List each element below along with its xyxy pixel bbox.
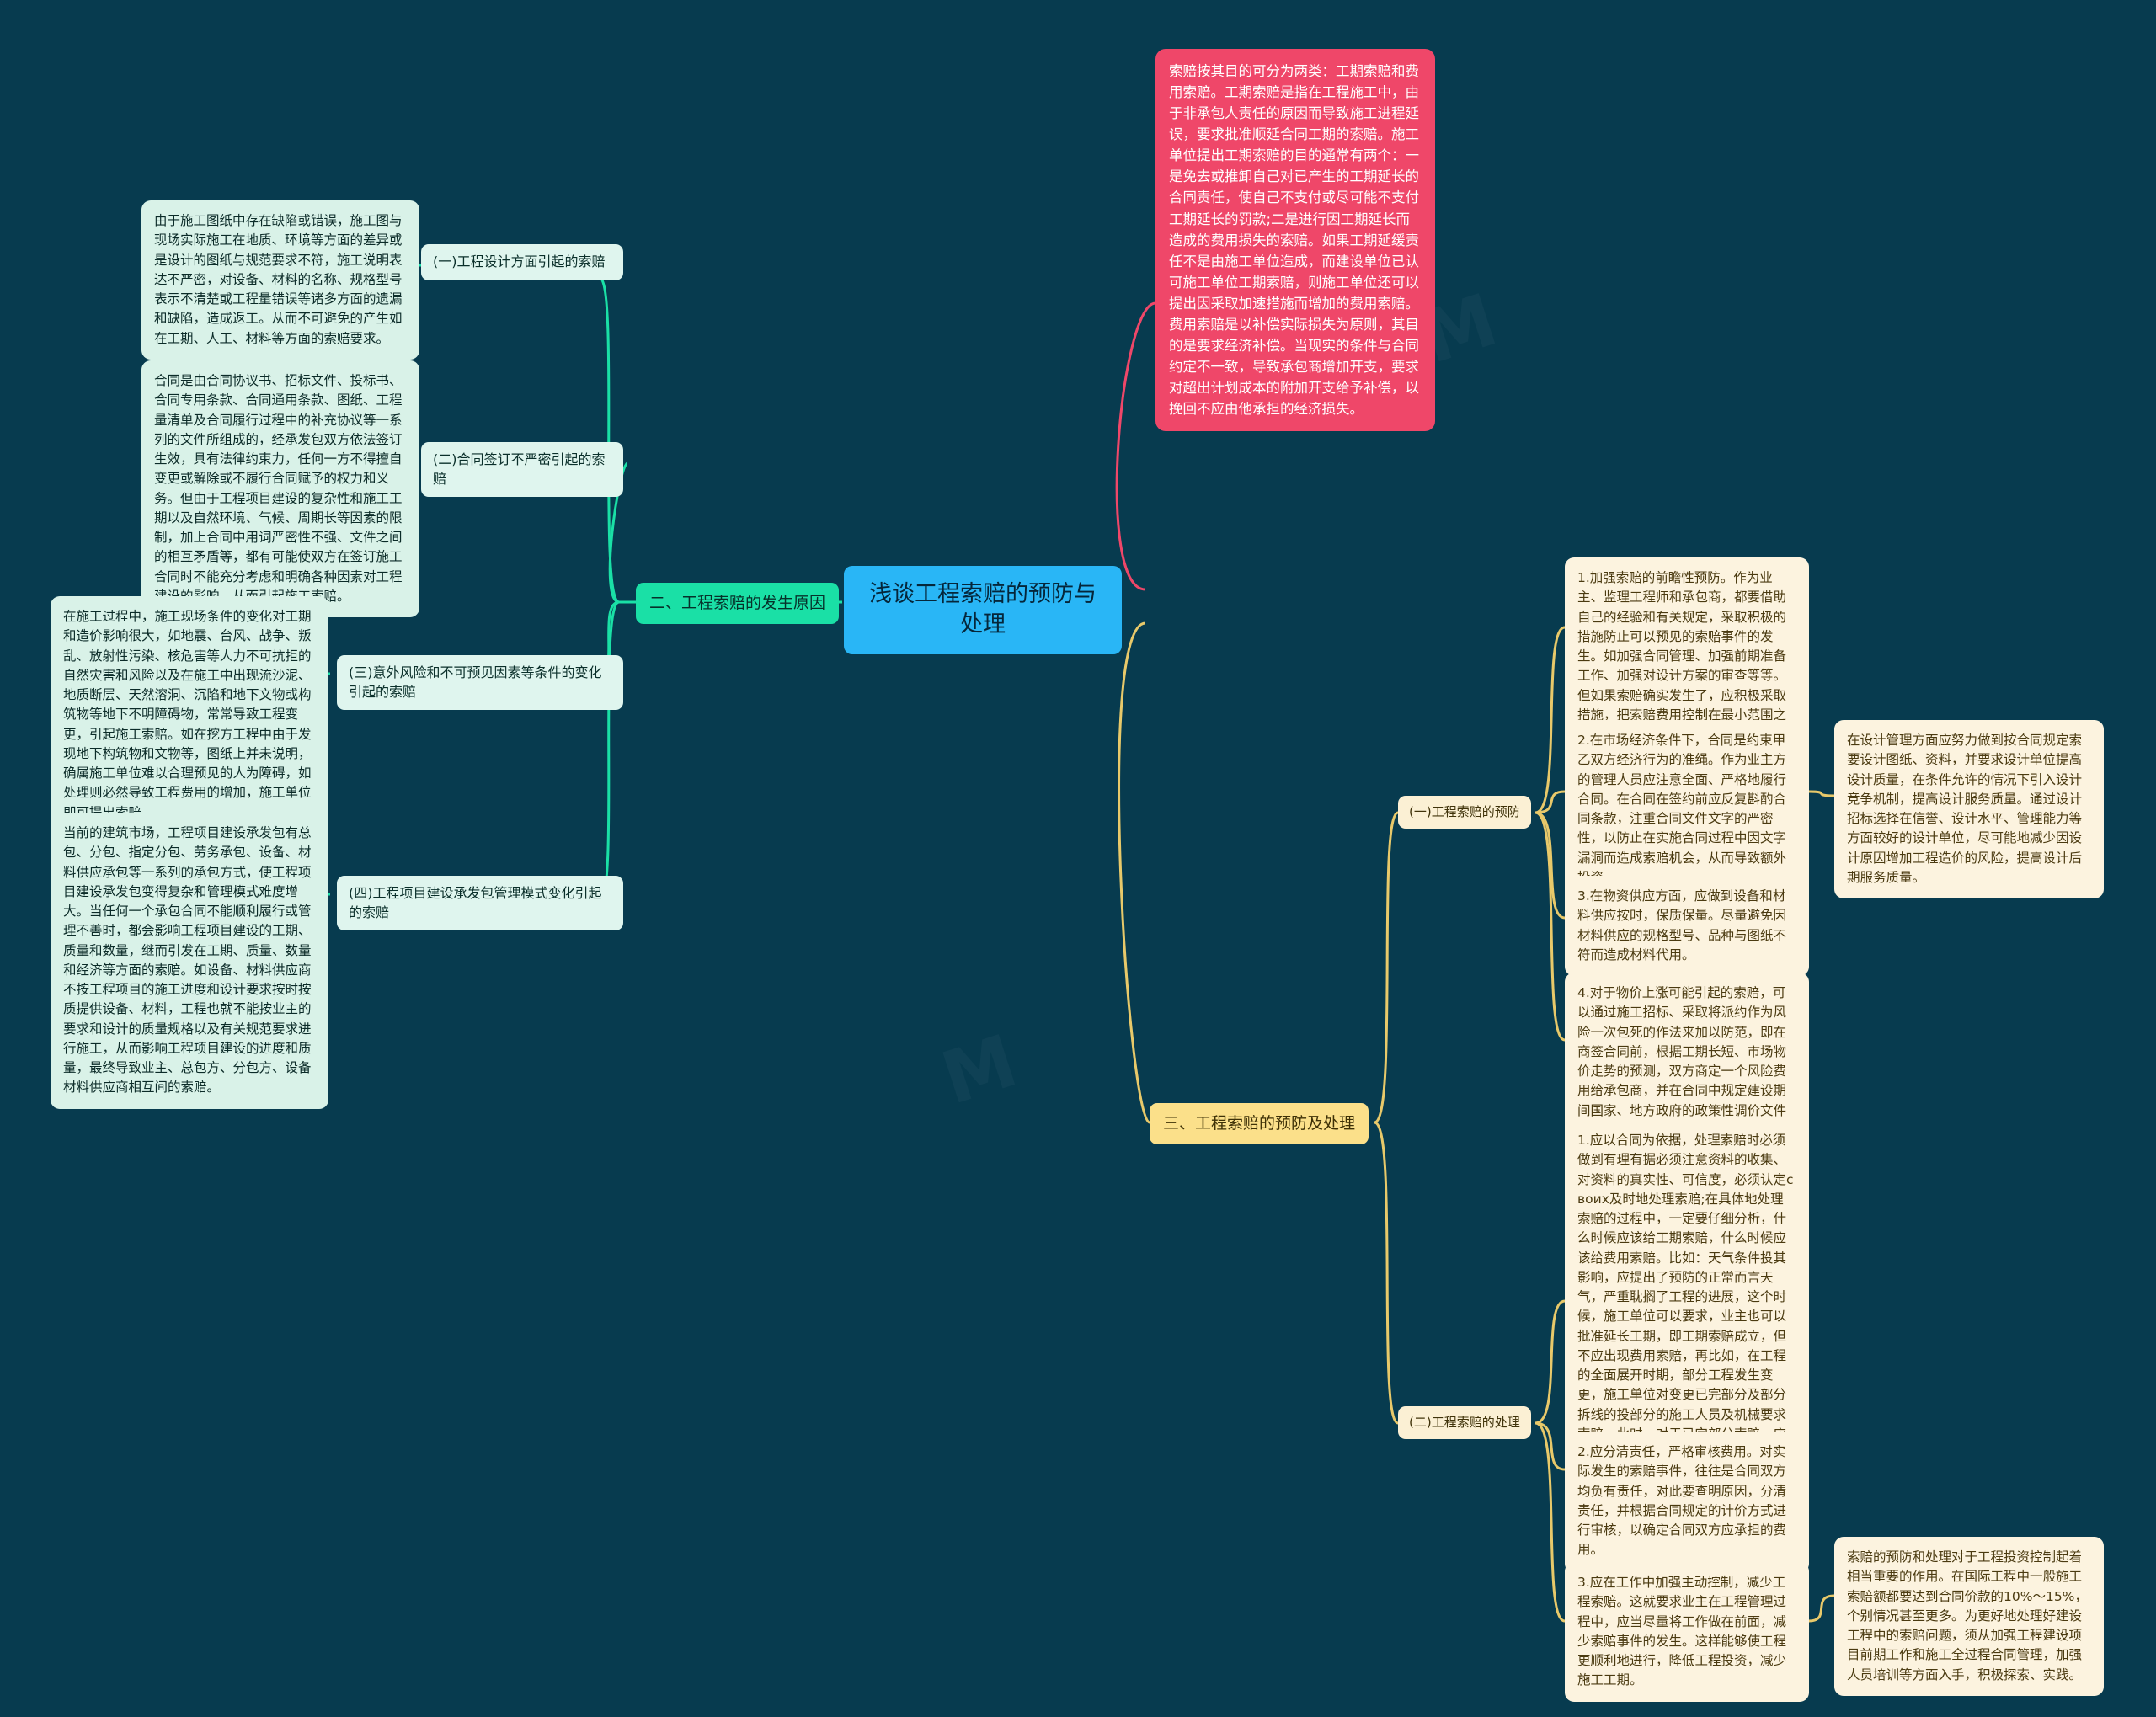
sub-green-1[interactable]: (一)工程设计方面引起的索赔 bbox=[421, 244, 623, 280]
root-node[interactable]: 浅谈工程索赔的预防与处理 bbox=[844, 566, 1122, 654]
leaf-green-3[interactable]: 在施工过程中，施工现场条件的变化对工期和造价影响很大，如地震、台风、战争、叛乱、… bbox=[51, 596, 328, 834]
sub-green-2[interactable]: (二)合同签订不严密引起的索赔 bbox=[421, 442, 623, 498]
sub-amber-handling[interactable]: (二)工程索赔的处理 bbox=[1398, 1406, 1531, 1440]
branch-amber-label[interactable]: 三、工程索赔的预防及处理 bbox=[1150, 1103, 1369, 1144]
sub-green-3[interactable]: (三)意外风险和不可预见因素等条件的变化引起的索赔 bbox=[337, 655, 623, 711]
leaf-handling-2[interactable]: 2.应分清责任，严格审核费用。对实际发生的索赔事件，往往是合同双方均负有责任，对… bbox=[1565, 1432, 1809, 1571]
sub-amber-prevention[interactable]: (一)工程索赔的预防 bbox=[1398, 796, 1531, 829]
leaf-green-2[interactable]: 合同是由合同协议书、招标文件、投标书、合同专用条款、合同通用条款、图纸、工程量清… bbox=[141, 360, 419, 617]
sub-green-4[interactable]: (四)工程项目建设承发包管理模式变化引起的索赔 bbox=[337, 876, 623, 931]
leaf-handling-3[interactable]: 3.应在工作中加强主动控制，减少工程索赔。这就要求业主在工程管理过程中，应当尽量… bbox=[1565, 1562, 1809, 1702]
branch-green-label[interactable]: 二、工程索赔的发生原因 bbox=[636, 583, 840, 624]
leaf-green-4[interactable]: 当前的建筑市场，工程项目建设承发包有总包、分包、指定分包、劳务承包、设备、材料供… bbox=[51, 813, 328, 1109]
leaf-handling-conclusion-side[interactable]: 索赔的预防和处理对于工程投资控制起着相当重要的作用。在国际工程中一般施工索赔额都… bbox=[1834, 1537, 2104, 1696]
leaf-green-1[interactable]: 由于施工图纸中存在缺陷或错误，施工图与现场实际施工在地质、环境等方面的差异或是设… bbox=[141, 200, 419, 360]
mindmap-canvas: MS M M bbox=[0, 0, 2156, 1717]
leaf-prevention-2[interactable]: 2.在市场经济条件下，合同是约束甲乙双方经济行为的准绳。作为业主方的管理人员应注… bbox=[1565, 720, 1809, 898]
leaf-prevention-3[interactable]: 3.在物资供应方面，应做到设备和材料供应按时，保质保量。尽量避免因材料供应的规格… bbox=[1565, 876, 1809, 976]
leaf-prevention-design-side[interactable]: 在设计管理方面应努力做到按合同规定索要设计图纸、资料，并要求设计单位提高设计质量… bbox=[1834, 720, 2104, 898]
topic-node-claim-types[interactable]: 索赔按其目的可分为两类：工期索赔和费用索赔。工期索赔是指在工程施工中，由于非承包… bbox=[1155, 49, 1435, 432]
